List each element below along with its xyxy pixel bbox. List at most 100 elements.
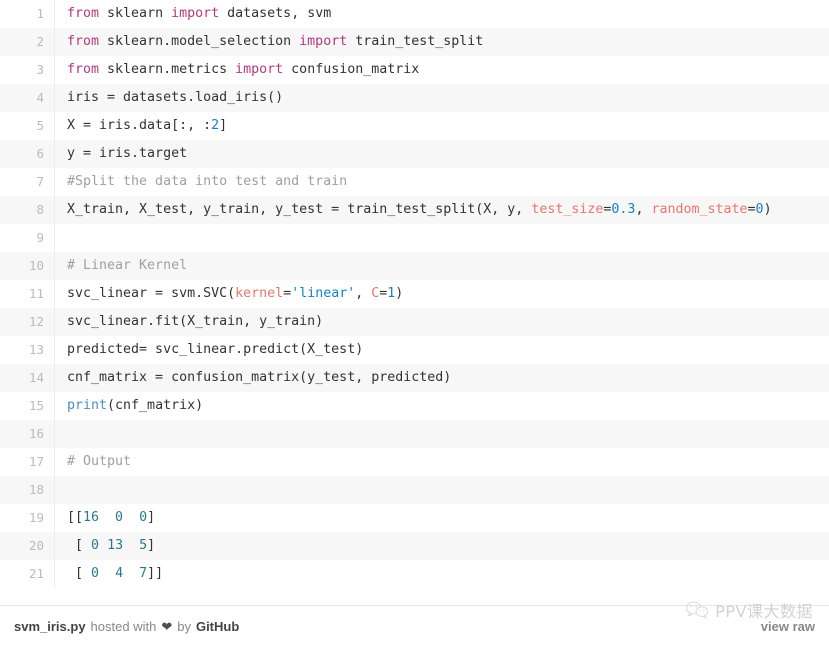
code-line-row: 19 [[16 0 0] bbox=[0, 504, 829, 532]
code-line-row: 8 X_train, X_test, y_train, y_test = trai… bbox=[0, 196, 829, 224]
code-token: [[ bbox=[67, 510, 84, 525]
code-token: from bbox=[67, 62, 100, 77]
gist-host-name[interactable]: GitHub bbox=[196, 619, 239, 634]
gist-footer-right: view raw bbox=[761, 619, 815, 634]
line-code: X = iris.data[:, :2] bbox=[54, 112, 829, 140]
code-token: from bbox=[67, 6, 100, 21]
code-line-row: 7 #Split the data into test and train bbox=[0, 168, 829, 196]
code-token: 16 bbox=[83, 510, 100, 525]
code-token: 0.3 bbox=[611, 202, 636, 217]
code-token: 2 bbox=[211, 118, 220, 133]
code-token: [ bbox=[67, 566, 92, 581]
line-code: [[16 0 0] bbox=[54, 504, 829, 532]
line-code: cnf_matrix = confusion_matrix(y_test, pr… bbox=[54, 364, 829, 392]
code-token: import bbox=[235, 62, 284, 77]
line-number: 4 bbox=[0, 84, 55, 112]
line-code: predicted= svc_linear.predict(X_test) bbox=[54, 336, 829, 364]
gist-filename[interactable]: svm_iris.py bbox=[14, 619, 86, 634]
line-number: 13 bbox=[0, 336, 55, 364]
code-line-row: 12 svc_linear.fit(X_train, y_train) bbox=[0, 308, 829, 336]
line-number: 1 bbox=[0, 0, 55, 28]
code-token: 13 bbox=[107, 538, 124, 553]
code-token: sklearn.model_selection bbox=[99, 34, 300, 49]
line-code: iris = datasets.load_iris() bbox=[54, 84, 829, 112]
line-number: 2 bbox=[0, 28, 55, 56]
line-number: 17 bbox=[0, 448, 55, 476]
line-code: # Linear Kernel bbox=[54, 252, 829, 280]
line-code bbox=[54, 224, 829, 252]
line-number: 5 bbox=[0, 112, 55, 140]
code-token: predicted= svc_linear.predict(X_test) bbox=[67, 342, 364, 357]
line-number: 15 bbox=[0, 392, 55, 420]
code-table-body: 1 from sklearn import datasets, svm 2 from … bbox=[0, 0, 829, 588]
line-number: 3 bbox=[0, 56, 55, 84]
gist-footer-left: svm_iris.py hosted with ❤ by GitHub bbox=[14, 619, 239, 634]
code-token: 5 bbox=[139, 538, 148, 553]
gist-embed: 1 from sklearn import datasets, svm 2 from … bbox=[0, 0, 829, 647]
code-token: test_size bbox=[531, 202, 604, 217]
line-number: 10 bbox=[0, 252, 55, 280]
line-code: svc_linear = svm.SVC(kernel='linear', C=… bbox=[54, 280, 829, 308]
view-raw-link[interactable]: view raw bbox=[761, 619, 815, 634]
code-token: print bbox=[67, 398, 108, 413]
code-token: 0 bbox=[91, 538, 100, 553]
line-number: 8 bbox=[0, 196, 55, 224]
line-number: 16 bbox=[0, 420, 55, 448]
code-token: iris = datasets.load_iris() bbox=[67, 90, 284, 105]
code-line-row: 9 bbox=[0, 224, 829, 252]
code-line-row: 13 predicted= svc_linear.predict(X_test) bbox=[0, 336, 829, 364]
line-number: 21 bbox=[0, 560, 55, 588]
code-token: 0 bbox=[139, 510, 148, 525]
line-number: 7 bbox=[0, 168, 55, 196]
code-line-row: 2 from sklearn.model_selection import tra… bbox=[0, 28, 829, 56]
code-token: 0 bbox=[755, 202, 764, 217]
code-line-row: 21 [ 0 4 7]] bbox=[0, 560, 829, 588]
code-line-row: 3 from sklearn.metrics import confusion_m… bbox=[0, 56, 829, 84]
line-code: from sklearn.metrics import confusion_ma… bbox=[54, 56, 829, 84]
code-token: ) bbox=[763, 202, 772, 217]
line-code: svc_linear.fit(X_train, y_train) bbox=[54, 308, 829, 336]
code-line-row: 5X = iris.data[:, :2] bbox=[0, 112, 829, 140]
gist-hosted-with-label: hosted with bbox=[90, 619, 157, 634]
code-token: # Output bbox=[67, 454, 132, 469]
code-token: sklearn bbox=[99, 6, 172, 21]
code-token: cnf_matrix = confusion_matrix(y_test, pr… bbox=[67, 370, 452, 385]
line-number: 19 bbox=[0, 504, 55, 532]
line-code: #Split the data into test and train bbox=[54, 168, 829, 196]
code-token: svc_linear = svm.SVC( bbox=[67, 286, 236, 301]
line-number: 12 bbox=[0, 308, 55, 336]
code-token: svc_linear.fit(X_train, y_train) bbox=[67, 314, 324, 329]
code-token: X = iris.data[:, : bbox=[67, 118, 212, 133]
code-line-row: 17 # Output bbox=[0, 448, 829, 476]
code-token: datasets, svm bbox=[219, 6, 332, 21]
heart-icon: ❤ bbox=[161, 619, 173, 634]
code-token: y = iris.target bbox=[67, 146, 188, 161]
line-code: from sklearn import datasets, svm bbox=[54, 0, 829, 28]
code-line-row: 4 iris = datasets.load_iris() bbox=[0, 84, 829, 112]
gist-footer: svm_iris.py hosted with ❤ by GitHub view… bbox=[0, 605, 829, 647]
line-code bbox=[54, 476, 829, 504]
code-token: (cnf_matrix) bbox=[107, 398, 204, 413]
code-token: 'linear' bbox=[291, 286, 356, 301]
code-line-row: 18 bbox=[0, 476, 829, 504]
line-code bbox=[54, 420, 829, 448]
code-token: random_state bbox=[651, 202, 748, 217]
line-code: print(cnf_matrix) bbox=[54, 392, 829, 420]
code-token: train_test_split bbox=[347, 34, 484, 49]
line-number: 14 bbox=[0, 364, 55, 392]
line-number: 20 bbox=[0, 532, 55, 560]
code-token: 0 bbox=[91, 566, 100, 581]
gist-by-label: by bbox=[177, 619, 191, 634]
code-table: 1 from sklearn import datasets, svm 2 from … bbox=[0, 0, 829, 588]
line-code: from sklearn.model_selection import trai… bbox=[54, 28, 829, 56]
line-number: 18 bbox=[0, 476, 55, 504]
code-token: , bbox=[635, 202, 652, 217]
code-token: = bbox=[747, 202, 756, 217]
code-token: # Linear Kernel bbox=[67, 258, 188, 273]
gist-code-area: 1 from sklearn import datasets, svm 2 from … bbox=[0, 0, 829, 605]
